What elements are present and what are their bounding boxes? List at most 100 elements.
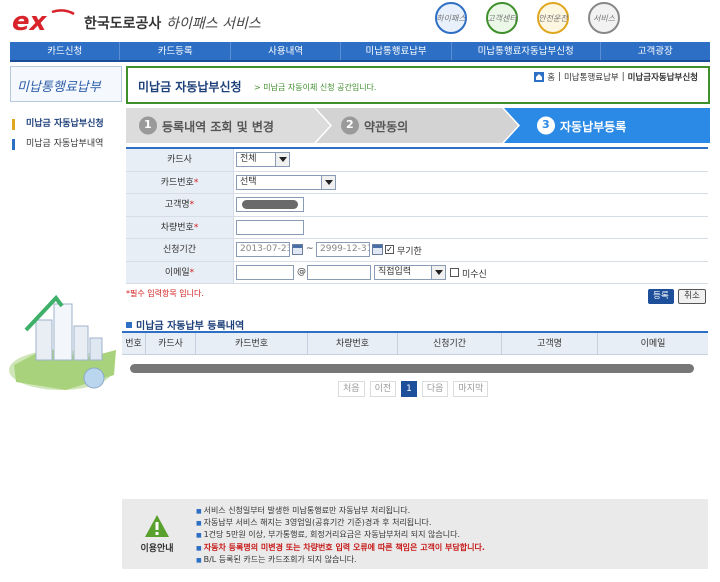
notice-item-warning: 자동차 등록명의 미변경 또는 차량번호 입력 오류에 따른 책임은 고객이 부… bbox=[196, 542, 485, 554]
chevron-down-icon bbox=[321, 175, 335, 189]
nav-item-card-register[interactable]: 카드등록 bbox=[120, 42, 231, 60]
active-bar-icon bbox=[12, 119, 15, 130]
promo-label: 고객센터 bbox=[487, 14, 517, 23]
nav-item-unpaid-toll[interactable]: 미납통행료납부 bbox=[341, 42, 452, 60]
notice-label: 이용안내 bbox=[140, 544, 174, 554]
step-1-label: 등록내역 조회 및 변경 bbox=[162, 120, 274, 134]
step-2-label: 약관동의 bbox=[364, 120, 409, 134]
calendar-icon[interactable] bbox=[372, 244, 383, 255]
cancel-button[interactable]: 취소 bbox=[678, 289, 706, 304]
page-title: 미납금 자동납부신청 bbox=[138, 80, 242, 94]
col-number: 번호 bbox=[122, 333, 146, 355]
no-email-checkbox[interactable] bbox=[450, 267, 459, 277]
nav-item-customer[interactable]: 고객광장 bbox=[601, 42, 710, 60]
nav-item-card-apply[interactable]: 카드신청 bbox=[10, 42, 121, 60]
sidebar-title-text: 미납통행료납부 bbox=[17, 80, 101, 95]
register-button[interactable]: 등록 bbox=[648, 289, 674, 304]
step-2-number: 2 bbox=[346, 118, 354, 131]
promo-banner-4[interactable]: 서비스 bbox=[581, 2, 627, 38]
brand-title: 한국도로공사 하이패스 서비스 bbox=[84, 13, 261, 33]
card-number-label: 카드번호* bbox=[126, 171, 234, 193]
step-indicator: 1 등록내역 조회 및 변경 2 약관동의 3 자동납부등록 bbox=[126, 108, 710, 143]
svg-text:ex: ex bbox=[12, 8, 48, 34]
main-nav: 카드신청 카드등록 사용내역 미납통행료납부 미납통행료자동납부신청 고객광장 bbox=[10, 42, 710, 62]
col-customer-name: 고객명 bbox=[502, 333, 598, 355]
email-domain-field[interactable] bbox=[307, 264, 371, 280]
warning-icon bbox=[145, 515, 169, 537]
page-subtitle: > 미납금 자동이체 신청 공간입니다. bbox=[254, 83, 377, 92]
breadcrumb-section[interactable]: 미납통행료납부 bbox=[564, 71, 619, 83]
notice-item: 자동납부 서비스 해지는 3영업일(공휴기간 기준)경과 후 처리됩니다. bbox=[196, 517, 485, 529]
page-header: 미납금 자동납부신청 > 미납금 자동이체 신청 공간입니다. 홈 | 미납통행… bbox=[126, 66, 710, 104]
promo-banner-3[interactable]: 안전운전 bbox=[530, 2, 576, 38]
col-card-company: 카드사 bbox=[146, 333, 196, 355]
vehicle-number-label: 차량번호* bbox=[126, 216, 234, 238]
promo-label: 안전운전 bbox=[538, 14, 568, 23]
registration-form: 카드사 전체 카드번호* 선택 고객명* 차량번호* 신청기간 2013-07-… bbox=[126, 147, 708, 284]
chevron-down-icon bbox=[431, 265, 445, 279]
period-start-field[interactable]: 2013-07-23 bbox=[236, 242, 290, 257]
sidebar-item-auto-apply[interactable]: 미납금 자동납부신청 bbox=[10, 116, 122, 133]
ex-logo-icon[interactable]: ex bbox=[12, 8, 76, 34]
email-at-sign: @ bbox=[297, 266, 306, 277]
form-row-card-number: 카드번호* 선택 bbox=[126, 171, 708, 194]
city-illustration-icon bbox=[9, 294, 116, 390]
page-first[interactable]: 처음 bbox=[338, 381, 365, 397]
no-email-label: 미수신 bbox=[462, 269, 487, 280]
sidebar-item-label: 미납금 자동납부내역 bbox=[26, 139, 104, 149]
breadcrumb-home[interactable]: 홈 bbox=[547, 71, 555, 83]
period-label: 신청기간 bbox=[126, 239, 234, 261]
page-last[interactable]: 마지막 bbox=[453, 381, 489, 397]
promo-label: 하이패스 bbox=[436, 14, 466, 23]
card-company-select[interactable]: 전체 bbox=[236, 152, 290, 167]
notice-item: B/L 등록된 카드는 카드조회가 되지 않습니다. bbox=[196, 554, 485, 566]
page-prev[interactable]: 이전 bbox=[369, 381, 397, 397]
col-vehicle-number: 차량번호 bbox=[308, 333, 398, 355]
breadcrumb: 홈 | 미납통행료납부 | 미납금자동납부신청 bbox=[534, 71, 698, 83]
step-3-number: 3 bbox=[542, 118, 550, 131]
period-separator: ~ bbox=[306, 244, 314, 254]
brand-subtitle: 하이패스 서비스 bbox=[166, 16, 261, 32]
chevron-down-icon bbox=[275, 153, 289, 166]
form-row-customer-name: 고객명* bbox=[126, 194, 708, 217]
nav-item-auto-payment[interactable]: 미납통행료자동납부신청 bbox=[452, 42, 601, 60]
indefinite-checkbox[interactable]: ✓ bbox=[385, 245, 394, 254]
header: ex 한국도로공사 하이패스 서비스 하이패스 고객센터 안전운전 서비스 bbox=[0, 0, 720, 42]
home-icon[interactable] bbox=[534, 72, 545, 82]
page-next[interactable]: 다음 bbox=[421, 381, 449, 397]
brand-name: 한국도로공사 bbox=[84, 16, 162, 32]
vehicle-number-field[interactable] bbox=[236, 219, 304, 235]
col-email: 이메일 bbox=[640, 339, 666, 349]
step-1-number: 1 bbox=[144, 118, 152, 131]
calendar-icon[interactable] bbox=[292, 244, 303, 255]
notice-list: 서비스 신청일부터 발생한 미납통행료만 자동납부 처리됩니다. 자동납부 서비… bbox=[196, 505, 485, 566]
step-3-label: 자동납부등록 bbox=[560, 120, 627, 134]
form-row-period: 신청기간 2013-07-23 ~ 2999-12-31 ✓ 무기한 bbox=[126, 239, 708, 262]
registration-list: 번호 카드사 카드번호 차량번호 신청기간 고객명 이메일 bbox=[122, 331, 708, 375]
email-domain-select[interactable]: 직접입력 bbox=[374, 264, 446, 280]
usage-notice: 이용안내 서비스 신청일부터 발생한 미납통행료만 자동납부 처리됩니다. 자동… bbox=[122, 499, 708, 569]
breadcrumb-current: 미납금자동납부신청 bbox=[627, 73, 698, 83]
promo-label: 서비스 bbox=[592, 14, 616, 23]
customer-name-label: 고객명* bbox=[126, 194, 234, 216]
card-number-select[interactable]: 선택 bbox=[236, 174, 336, 190]
sidebar-title: 미납통행료납부 bbox=[10, 66, 122, 102]
nav-item-usage[interactable]: 사용내역 bbox=[231, 42, 342, 60]
indefinite-label: 무기한 bbox=[397, 247, 422, 257]
list-title: 미납금 자동납부 등록내역 bbox=[126, 317, 244, 332]
notice-item: 서비스 신청일부터 발생한 미납통행료만 자동납부 처리됩니다. bbox=[196, 505, 485, 517]
email-label: 이메일* bbox=[126, 261, 234, 283]
email-id-field[interactable] bbox=[236, 264, 294, 280]
sidebar-item-auto-history[interactable]: 미납금 자동납부내역 bbox=[10, 136, 122, 153]
period-end-field[interactable]: 2999-12-31 bbox=[316, 242, 370, 257]
promo-banner-1[interactable]: 하이패스 bbox=[428, 2, 474, 38]
bar-icon bbox=[12, 139, 15, 150]
page-1[interactable]: 1 bbox=[401, 381, 417, 397]
sidebar-item-label: 미납금 자동납부신청 bbox=[26, 119, 104, 129]
col-card-number: 카드번호 bbox=[196, 333, 308, 355]
list-header: 번호 카드사 카드번호 차량번호 신청기간 고객명 이메일 bbox=[122, 333, 708, 355]
card-company-label: 카드사 bbox=[126, 149, 234, 171]
required-note: *필수 입력항목 입니다. bbox=[126, 289, 204, 298]
promo-banner-2[interactable]: 고객센터 bbox=[479, 2, 525, 38]
form-row-card-company: 카드사 전체 bbox=[126, 149, 708, 172]
